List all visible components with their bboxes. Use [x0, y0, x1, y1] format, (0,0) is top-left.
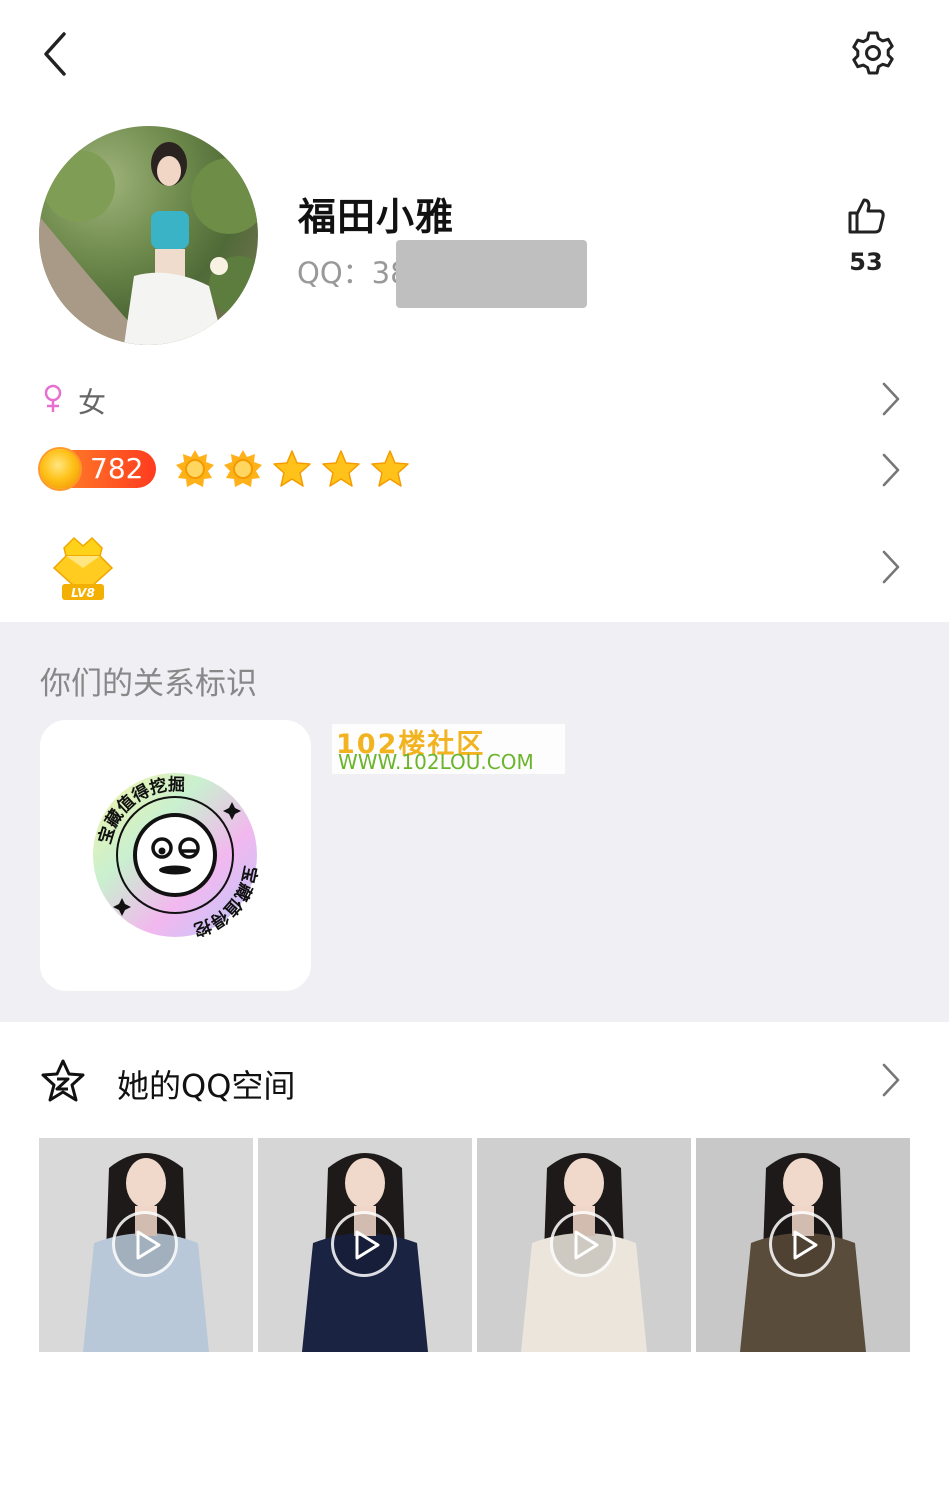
back-button[interactable]: [38, 30, 74, 78]
gender-row[interactable]: [0, 370, 949, 430]
qzone-star-icon: [40, 1058, 86, 1104]
like-button[interactable]: [846, 196, 886, 236]
relation-badge: 宝藏值得挖掘 宝藏值得挖掘: [32, 704, 262, 940]
thumbs-up-icon: [848, 198, 885, 234]
sun-icon: [175, 449, 215, 489]
play-button[interactable]: [550, 1211, 616, 1277]
avatar[interactable]: [39, 126, 258, 345]
qq-number: QQ：38: [297, 256, 409, 290]
qzone-title: 她的QQ空间: [117, 1067, 296, 1105]
like-count: 53: [849, 248, 883, 276]
star-icon: [272, 449, 312, 489]
lv-badge-text: LV8: [71, 586, 95, 600]
play-icon: [355, 1230, 380, 1260]
vip-row[interactable]: [0, 520, 949, 616]
watermark-line2: WWW.102LOU.COM: [338, 750, 534, 774]
relation-title: 你们的关系标识: [40, 666, 257, 702]
chevron-left-icon: [44, 32, 66, 76]
crown-icon: LV8: [50, 534, 116, 602]
video-thumbnail[interactable]: [258, 1138, 472, 1352]
chevron-right-icon: [880, 452, 902, 488]
star-icon: [321, 449, 361, 489]
avatar-photo: [39, 142, 258, 345]
video-thumbnail[interactable]: [39, 1138, 253, 1352]
play-icon: [136, 1230, 161, 1260]
settings-button[interactable]: [850, 30, 896, 76]
sun-icon: [223, 449, 263, 489]
coin-icon: [40, 449, 80, 489]
play-icon: [793, 1230, 818, 1260]
star-icon: [370, 449, 410, 489]
chevron-right-icon: [880, 381, 902, 417]
chevron-right-icon: [880, 1062, 902, 1098]
play-button[interactable]: [769, 1211, 835, 1277]
chevron-right-icon: [880, 549, 902, 585]
play-icon: [574, 1230, 599, 1260]
play-button[interactable]: [331, 1211, 397, 1277]
level-badge: 782: [40, 449, 156, 489]
play-button[interactable]: [112, 1211, 178, 1277]
female-icon: [42, 384, 64, 414]
video-thumbnail[interactable]: [477, 1138, 691, 1352]
profile-name: 福田小雅: [298, 195, 455, 239]
gender-label: 女: [78, 386, 107, 419]
redaction-box: [396, 240, 587, 308]
relation-card[interactable]: 宝藏值得挖掘 宝藏值得挖掘: [32, 704, 311, 991]
gear-icon: [852, 31, 894, 75]
video-thumbnail[interactable]: [696, 1138, 910, 1352]
level-number: 782: [90, 452, 144, 485]
